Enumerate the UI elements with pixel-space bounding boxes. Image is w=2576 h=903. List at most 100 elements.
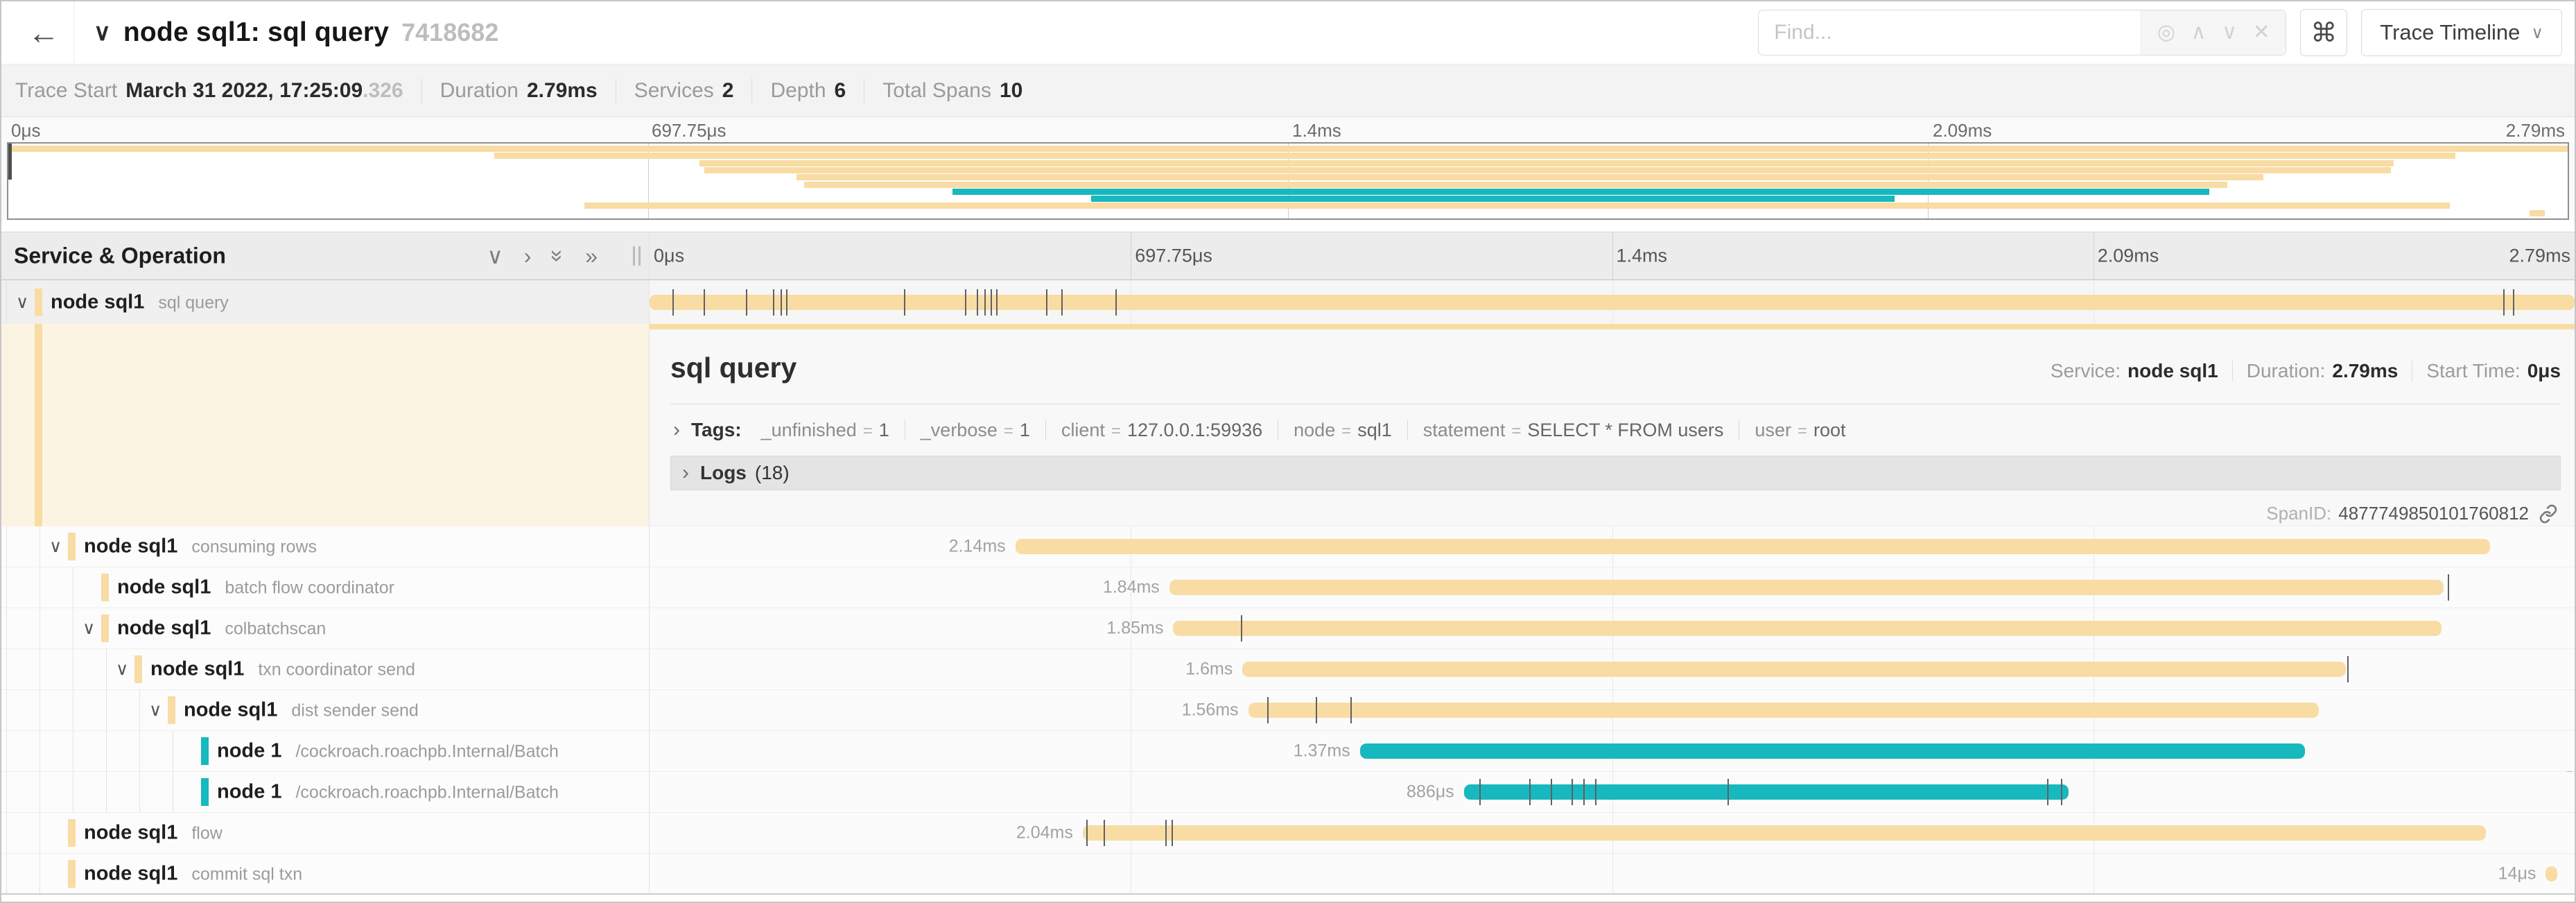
span-timeline-cell[interactable]: [650, 280, 2575, 324]
span-tree-cell[interactable]: ∨node sql1sql query: [1, 280, 650, 324]
span-tree-cell[interactable]: ∨ node sql1txn coordinator send: [1, 649, 650, 689]
span-timeline-cell[interactable]: 886μs: [650, 772, 2575, 812]
trace-view-dropdown[interactable]: Trace Timeline ∨: [2361, 9, 2562, 56]
trace-minimap[interactable]: [7, 142, 2569, 220]
span-row-4[interactable]: ∨ node sql1txn coordinator send 1.6ms: [1, 649, 2575, 690]
span-bar[interactable]: [2545, 866, 2557, 882]
operation-name: /cockroach.roachpb.Internal/Batch: [295, 783, 558, 802]
span-tree-cell[interactable]: ∨node sql1consuming rows: [1, 526, 650, 567]
meta-item: Total Spans10: [882, 79, 1022, 103]
start-time-label: Start Time:: [2426, 360, 2520, 382]
minimap-span: [584, 203, 2450, 209]
tree-indent-guide: [6, 813, 7, 853]
tag-equals: =: [1341, 422, 1351, 441]
span-row-2[interactable]: node sql1batch flow coordinator 1.84ms: [1, 567, 2575, 608]
span-bar[interactable]: [1360, 743, 2306, 759]
log-tick: [1061, 289, 1063, 316]
axis-tick-label: 2.79ms: [2506, 120, 2565, 141]
span-row-7[interactable]: node 1/cockroach.roachpb.Internal/Batch …: [1, 772, 2575, 813]
span-row-9[interactable]: node sql1commit sql txn 14μs: [1, 854, 2575, 895]
operation-name: /cockroach.roachpb.Internal/Batch: [295, 742, 558, 762]
span-tree-cell[interactable]: node sql1commit sql txn: [1, 854, 650, 893]
find-input[interactable]: [1759, 10, 2141, 55]
trace-meta-bar: Trace StartMarch 31 2022, 17:25:09.326Du…: [1, 64, 2575, 117]
span-row-1[interactable]: ∨node sql1consuming rows 2.14ms: [1, 526, 2575, 567]
span-row-0[interactable]: ∨node sql1sql query: [1, 280, 2575, 324]
span-row-8[interactable]: node sql1 flow 2.04ms: [1, 813, 2575, 854]
minimap-span: [699, 160, 2394, 166]
span-row-6[interactable]: node 1/cockroach.roachpb.Internal/Batch …: [1, 731, 2575, 772]
span-tree-cell[interactable]: ∨node sql1colbatchscan: [1, 608, 650, 648]
span-bar[interactable]: [1169, 580, 2444, 595]
service-name: node sql1: [150, 658, 244, 680]
log-tick: [773, 289, 774, 316]
span-bar[interactable]: [1464, 784, 2069, 800]
axis-tick-label: 2.79ms: [2509, 246, 2570, 267]
tag-value: 1: [879, 420, 889, 441]
find-prev-icon[interactable]: ∧: [2191, 22, 2207, 43]
span-row-3[interactable]: ∨node sql1colbatchscan 1.85ms: [1, 608, 2575, 649]
span-timeline-cell[interactable]: 1.37ms: [650, 731, 2575, 771]
expander-chevron-icon[interactable]: ∨: [16, 292, 28, 313]
span-tree-cell[interactable]: node sql1batch flow coordinator: [1, 567, 650, 608]
expander-chevron-icon[interactable]: ∨: [49, 536, 62, 557]
page-title: node sql1: sql query: [123, 17, 389, 48]
span-bar[interactable]: [1083, 825, 2486, 841]
expander-chevron-icon[interactable]: ∨: [149, 700, 162, 721]
span-bar[interactable]: [1242, 662, 2345, 677]
back-arrow-icon[interactable]: ←: [28, 17, 60, 49]
span-timeline-cell[interactable]: 1.56ms: [650, 690, 2575, 730]
span-detail-title: sql query: [670, 352, 797, 384]
find-box: ◎ ∧ ∨ ✕: [1758, 10, 2286, 55]
span-bar[interactable]: [650, 295, 2575, 310]
span-bar[interactable]: [1016, 539, 2490, 554]
panel-resize-grip[interactable]: [633, 246, 641, 266]
deep-link-icon[interactable]: [2539, 504, 2558, 524]
span-timeline-cell[interactable]: 1.6ms: [650, 649, 2575, 689]
back-button[interactable]: ←: [14, 1, 74, 64]
keyboard-shortcuts-button[interactable]: ⌘: [2300, 9, 2347, 56]
span-tree-cell[interactable]: node sql1 flow: [1, 813, 650, 853]
span-timeline-cell[interactable]: 2.04ms: [650, 813, 2575, 853]
axis-tick-label: 1.4ms: [1617, 246, 1668, 267]
expand-all-icon[interactable]: »: [585, 245, 598, 267]
service-color-bar: [68, 533, 76, 560]
log-tick: [1551, 779, 1552, 805]
find-next-icon[interactable]: ∨: [2222, 22, 2237, 43]
find-clear-icon[interactable]: ✕: [2253, 22, 2270, 43]
find-target-icon[interactable]: ◎: [2157, 22, 2175, 43]
expander-chevron-icon[interactable]: ∨: [82, 618, 95, 639]
service-name: node sql1: [84, 822, 177, 844]
trace-collapse-icon[interactable]: ∨: [94, 19, 111, 46]
service-name: node sql1: [84, 535, 177, 558]
span-tree-cell[interactable]: node 1/cockroach.roachpb.Internal/Batch: [1, 772, 650, 812]
log-tick: [1046, 289, 1047, 316]
span-duration-label: 1.37ms: [1294, 741, 1350, 762]
span-timeline-cell[interactable]: 1.84ms: [650, 567, 2575, 608]
collapse-all-icon[interactable]: »: [547, 250, 569, 262]
span-row-5[interactable]: ∨node sql1dist sender send 1.56ms: [1, 690, 2575, 731]
tag-key: _verbose: [921, 420, 998, 441]
tag-equals: =: [1111, 422, 1121, 441]
minimap-drag-handle[interactable]: [8, 144, 12, 180]
span-timeline-cell[interactable]: 1.85ms: [650, 608, 2575, 648]
tag-item: _verbose=1: [921, 420, 1030, 441]
span-tree-cell[interactable]: node 1/cockroach.roachpb.Internal/Batch: [1, 731, 650, 771]
span-name-label: node sql1txn coordinator send: [150, 658, 415, 681]
collapse-one-icon[interactable]: ∨: [487, 245, 503, 267]
tag-equals: =: [1798, 422, 1807, 441]
axis-tick-label: 697.75μs: [1135, 246, 1212, 267]
span-tree-cell[interactable]: ∨node sql1dist sender send: [1, 690, 650, 730]
span-timeline-cell[interactable]: 2.14ms: [650, 526, 2575, 567]
span-bar[interactable]: [1173, 621, 2442, 636]
span-timeline-cell[interactable]: 14μs: [650, 854, 2575, 893]
service-color-bar: [35, 289, 42, 316]
log-tick: [1165, 820, 1167, 846]
span-bar[interactable]: [1248, 703, 2319, 718]
tags-label: Tags:: [691, 419, 742, 441]
expand-one-icon[interactable]: ›: [524, 245, 532, 267]
logs-accordion[interactable]: › Logs (18): [670, 456, 2561, 490]
operation-name: flow: [191, 824, 222, 843]
expander-chevron-icon[interactable]: ∨: [116, 659, 128, 680]
tags-accordion[interactable]: › Tags: _unfinished=1_verbose=1client=12…: [650, 404, 2575, 442]
